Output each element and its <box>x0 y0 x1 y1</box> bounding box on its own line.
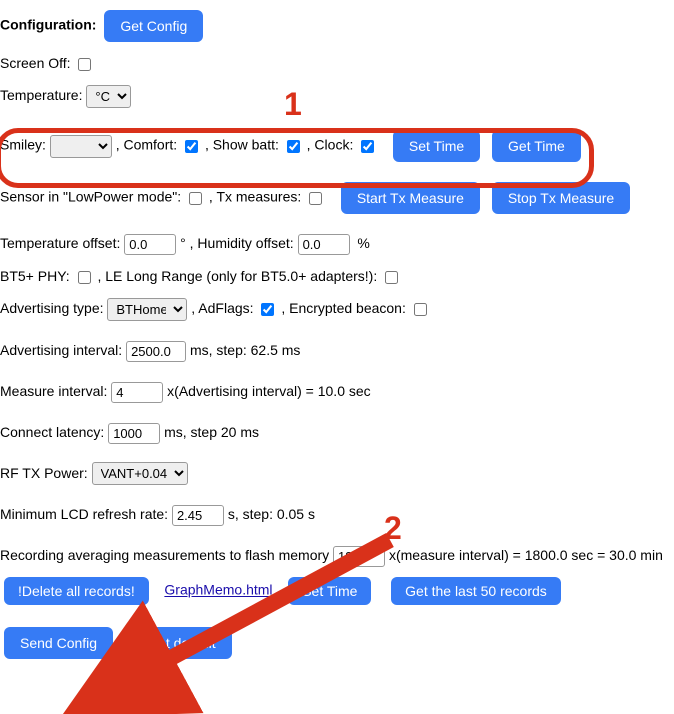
comfort-label: , Comfort: <box>116 137 177 153</box>
adv-type-select[interactable]: BTHome v1 <box>107 298 187 321</box>
lcd-refresh-input[interactable] <box>172 505 224 526</box>
get-config-button[interactable]: Get Config <box>104 10 203 42</box>
lowpower-label: Sensor in "LowPower mode": <box>0 189 181 205</box>
clock-checkbox[interactable] <box>361 140 374 153</box>
lowpower-checkbox[interactable] <box>189 192 202 205</box>
adv-interval-suffix: ms, step: 62.5 ms <box>190 342 300 358</box>
recording-suffix: x(measure interval) = 1800.0 sec = 30.0 … <box>389 547 663 563</box>
adv-interval-input[interactable] <box>126 341 186 362</box>
measure-interval-suffix: x(Advertising interval) = 10.0 sec <box>167 383 370 399</box>
set-time-button-2[interactable]: Set Time <box>288 577 371 605</box>
configuration-label: Configuration: <box>0 17 96 33</box>
hum-offset-unit: % <box>357 235 369 251</box>
le-longrange-checkbox[interactable] <box>385 271 398 284</box>
recording-input[interactable] <box>333 546 385 567</box>
show-batt-label: , Show batt: <box>205 137 279 153</box>
smiley-select[interactable] <box>50 135 112 158</box>
connect-latency-suffix: ms, step 20 ms <box>164 424 259 440</box>
lcd-refresh-label: Minimum LCD refresh rate: <box>0 506 168 522</box>
temp-offset-label: Temperature offset: <box>0 235 120 251</box>
show-batt-checkbox[interactable] <box>287 140 300 153</box>
clock-label: , Clock: <box>307 137 354 153</box>
temperature-unit-select[interactable]: °C <box>86 85 131 108</box>
send-config-button[interactable]: Send Config <box>4 627 113 659</box>
tx-measures-label: , Tx measures: <box>209 189 301 205</box>
adflags-checkbox[interactable] <box>261 303 274 316</box>
set-time-button[interactable]: Set Time <box>393 130 480 162</box>
delete-all-records-button[interactable]: !Delete all records! <box>4 577 149 605</box>
lcd-refresh-suffix: s, step: 0.05 s <box>228 506 315 522</box>
recording-label: Recording averaging measurements to flas… <box>0 547 329 563</box>
measure-interval-input[interactable] <box>111 382 163 403</box>
temperature-label: Temperature: <box>0 87 82 103</box>
adflags-label: , AdFlags: <box>191 300 253 316</box>
rf-tx-power-select[interactable]: VANT+0.04 dbm <box>92 462 188 485</box>
measure-interval-label: Measure interval: <box>0 383 107 399</box>
screen-off-checkbox[interactable] <box>78 58 91 71</box>
start-tx-measure-button[interactable]: Start Tx Measure <box>341 182 480 214</box>
smiley-label: Smiley: <box>0 137 46 153</box>
le-longrange-label: , LE Long Range (only for BT5.0+ adapter… <box>97 268 377 284</box>
adv-type-label: Advertising type: <box>0 300 104 316</box>
rf-tx-power-label: RF TX Power: <box>0 465 88 481</box>
adv-interval-label: Advertising interval: <box>0 342 122 358</box>
enc-beacon-label: , Encrypted beacon: <box>281 300 406 316</box>
connect-latency-label: Connect latency: <box>0 424 104 440</box>
hum-offset-input[interactable] <box>298 234 350 255</box>
bt5-phy-checkbox[interactable] <box>78 271 91 284</box>
get-last-records-button[interactable]: Get the last 50 records <box>391 577 561 605</box>
get-time-button[interactable]: Get Time <box>492 130 581 162</box>
comfort-checkbox[interactable] <box>185 140 198 153</box>
screen-off-label: Screen Off: <box>0 55 71 71</box>
stop-tx-measure-button[interactable]: Stop Tx Measure <box>492 182 630 214</box>
bt5-phy-label: BT5+ PHY: <box>0 268 70 284</box>
graphmemo-link[interactable]: GraphMemo.html <box>164 582 272 598</box>
set-default-button[interactable]: Set default <box>133 627 232 659</box>
temp-offset-unit: ° <box>180 235 186 251</box>
connect-latency-input[interactable] <box>108 423 160 444</box>
hum-offset-label: , Humidity offset: <box>190 235 294 251</box>
enc-beacon-checkbox[interactable] <box>414 303 427 316</box>
temp-offset-input[interactable] <box>124 234 176 255</box>
tx-measures-checkbox[interactable] <box>309 192 322 205</box>
